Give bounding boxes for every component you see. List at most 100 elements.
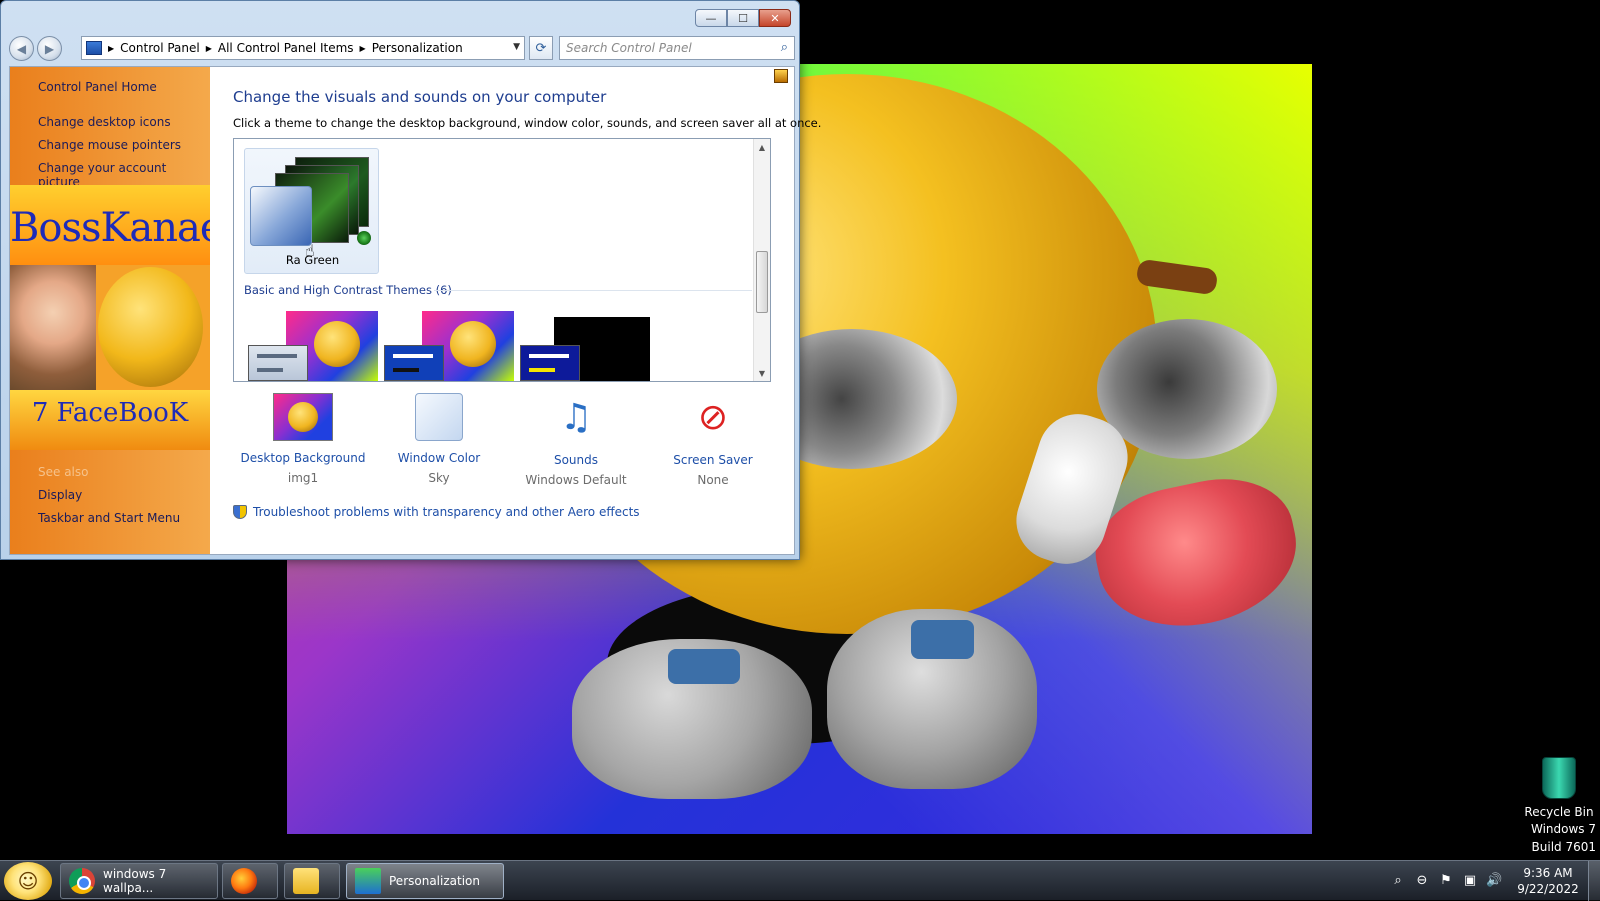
theme-tile-selected[interactable]: Ra Green ☝ <box>244 148 379 274</box>
windows-build-watermark: Windows 7 Build 7601 <box>1531 820 1596 856</box>
setting-name[interactable]: Window Color <box>369 451 509 465</box>
banner-title: BossKanae <box>10 205 210 251</box>
breadcrumb-separator-icon[interactable]: ▶ <box>206 44 212 53</box>
banner-subtitle: 7 FaceBooK <box>31 398 189 428</box>
folder-icon <box>293 868 319 894</box>
scroll-down-arrow-icon[interactable]: ▼ <box>754 365 770 381</box>
screen-saver-setting[interactable]: ⊘ Screen Saver None <box>643 393 783 487</box>
forward-button[interactable]: ▶ <box>37 36 62 61</box>
forward-arrow-icon: ▶ <box>44 41 55 56</box>
back-button[interactable]: ◀ <box>9 36 34 61</box>
window-color-setting[interactable]: Window Color Sky <box>369 393 509 485</box>
window-controls: — ☐ ✕ <box>695 9 791 27</box>
breadcrumb-separator-icon: ▶ <box>108 43 115 53</box>
start-button[interactable]: ☺ <box>4 862 52 900</box>
breadcrumb-control-panel[interactable]: Control Panel <box>120 41 200 55</box>
basic-theme-tile[interactable] <box>248 311 378 381</box>
taskbar-start-menu-link[interactable]: Taskbar and Start Menu <box>38 511 180 525</box>
sounds-setting[interactable]: ♫ Sounds Windows Default <box>506 393 646 487</box>
taskbar-item-label: windows 7 wallpa... <box>103 867 167 895</box>
window-content: Control Panel Home Change desktop icons … <box>9 66 821 555</box>
breadcrumb-personalization[interactable]: Personalization <box>372 41 463 55</box>
task-pane: Control Panel Home Change desktop icons … <box>10 67 210 554</box>
back-arrow-icon: ◀ <box>16 41 27 56</box>
system-tray: ⌕ ⊖ ⚑ ▣ 🔊 <box>1390 873 1510 889</box>
setting-value: Windows Default <box>525 473 627 487</box>
change-mouse-pointers-link[interactable]: Change mouse pointers <box>38 138 181 152</box>
razer-logo-icon <box>357 231 371 245</box>
tray-minus-icon[interactable]: ⊖ <box>1414 873 1430 889</box>
scroll-up-arrow-icon[interactable]: ▲ <box>754 139 770 155</box>
scroll-thumb[interactable] <box>756 251 768 313</box>
setting-name[interactable]: Screen Saver <box>643 453 783 467</box>
main-pane: Change the visuals and sounds on your co… <box>210 67 821 554</box>
breadcrumb-all-items[interactable]: All Control Panel Items <box>218 41 354 55</box>
troubleshoot-link-text[interactable]: Troubleshoot problems with transparency … <box>253 505 640 519</box>
action-center-flag-icon[interactable]: ⚑ <box>1438 873 1454 889</box>
control-panel-home-link[interactable]: Control Panel Home <box>38 80 157 94</box>
control-panel-icon <box>355 868 381 894</box>
tray-search-icon[interactable]: ⌕ <box>1390 873 1406 889</box>
setting-name[interactable]: Desktop Background <box>233 451 373 465</box>
breadcrumb-separator-icon[interactable]: ▶ <box>360 44 366 53</box>
address-dropdown-icon[interactable]: ▼ <box>513 42 520 52</box>
minimize-button[interactable]: — <box>695 9 727 27</box>
search-input[interactable] <box>560 37 760 59</box>
address-bar[interactable]: ▶ Control Panel ▶ All Control Panel Item… <box>81 36 525 60</box>
refresh-icon: ⟳ <box>535 40 547 56</box>
troubleshoot-aero-link[interactable]: Troubleshoot problems with transparency … <box>233 505 640 519</box>
setting-value: img1 <box>287 471 319 485</box>
wallpaper-character-eye-right <box>1097 319 1277 459</box>
theme-window-preview <box>248 345 308 381</box>
taskbar-item-label: Personalization <box>389 874 480 888</box>
refresh-button[interactable]: ⟳ <box>529 36 553 60</box>
desktop-background-setting[interactable]: Desktop Background img1 <box>233 393 373 485</box>
control-panel-icon <box>86 41 102 55</box>
chrome-icon <box>69 868 95 894</box>
clock-time: 9:36 AM <box>1523 866 1573 880</box>
navigation-bar: ◀ ▶ ▶ Control Panel ▶ All Control Panel … <box>9 35 795 61</box>
taskbar-item-firefox[interactable] <box>222 863 278 899</box>
recycle-bin-desktop-icon[interactable]: Recycle Bin <box>1519 757 1599 819</box>
personalization-window[interactable]: — ☐ ✕ ◀ ▶ ▶ Control Panel ▶ All Control … <box>0 0 821 560</box>
display-link[interactable]: Display <box>38 488 82 502</box>
search-icon[interactable]: ⌕ <box>781 40 788 55</box>
wallpaper-character-shoe-right <box>827 609 1037 789</box>
page-title: Change the visuals and sounds on your co… <box>233 88 607 106</box>
page-description: Click a theme to change the desktop back… <box>233 116 822 130</box>
taskbar-item-folder[interactable] <box>284 863 340 899</box>
banner-emoji-image <box>98 267 203 387</box>
change-desktop-icons-link[interactable]: Change desktop icons <box>38 115 171 129</box>
sidebar-banner: BossKanae 7 FaceBooK <box>10 185 210 450</box>
clock-date: 9/22/2022 <box>1517 882 1579 896</box>
theme-list[interactable]: Ra Green ☝ Basic and High Contrast Theme… <box>233 138 771 382</box>
network-icon[interactable]: ▣ <box>1462 873 1478 889</box>
hand-cursor-icon: ☝ <box>305 241 315 260</box>
setting-value: None <box>697 473 729 487</box>
high-contrast-theme-tile[interactable] <box>520 311 650 381</box>
taskbar-clock[interactable]: 9:36 AM 9/22/2022 <box>1510 865 1586 897</box>
volume-icon[interactable]: 🔊 <box>1486 873 1502 889</box>
setting-value: Sky <box>428 471 450 485</box>
watermark-line-os: Windows 7 <box>1530 822 1596 836</box>
taskbar-item-personalization[interactable]: Personalization <box>346 863 504 899</box>
picture-icon <box>273 393 333 441</box>
taskbar-item-chrome[interactable]: windows 7 wallpa... <box>60 863 218 899</box>
theme-window-preview <box>520 345 580 381</box>
recycle-bin-label: Recycle Bin <box>1524 805 1594 819</box>
maximize-button[interactable]: ☐ <box>727 9 759 27</box>
setting-name[interactable]: Sounds <box>506 453 646 467</box>
screen-saver-icon: ⊘ <box>697 397 729 438</box>
basic-theme-tile[interactable] <box>384 311 514 381</box>
theme-list-scrollbar[interactable]: ▲ ▼ <box>753 139 770 381</box>
title-bar[interactable]: — ☐ ✕ <box>1 1 799 33</box>
help-icon[interactable] <box>774 69 788 83</box>
wallpaper-character-shoe-left <box>572 639 812 799</box>
taskbar: ☺ windows 7 wallpa... Personalization ⌕ … <box>0 860 1600 901</box>
show-desktop-button[interactable] <box>1588 861 1600 901</box>
close-button[interactable]: ✕ <box>759 9 791 27</box>
search-box[interactable]: ⌕ <box>559 36 795 60</box>
theme-settings: Desktop Background img1 Window Color Sky… <box>233 393 771 493</box>
theme-window-color-swatch <box>250 186 312 246</box>
theme-window-preview <box>384 345 444 381</box>
